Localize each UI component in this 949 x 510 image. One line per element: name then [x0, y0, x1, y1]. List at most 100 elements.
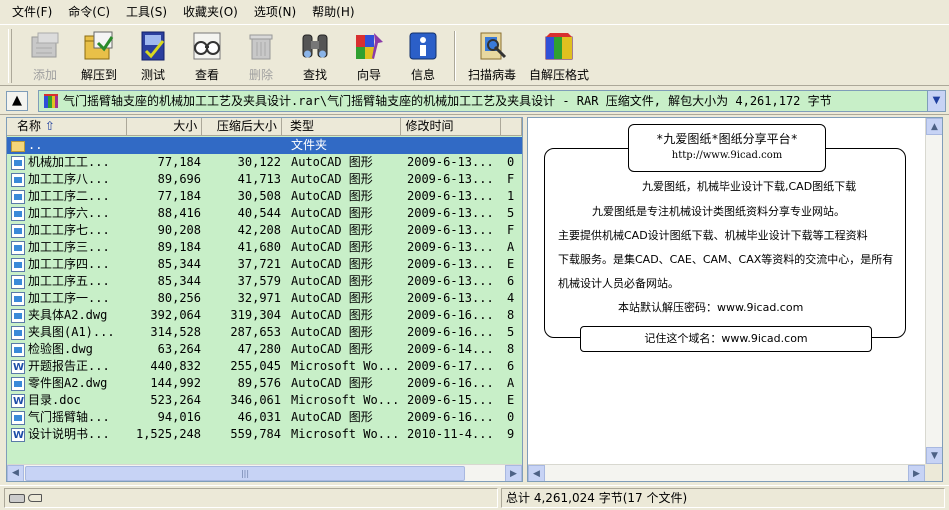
autocad-drawing-icon: [11, 223, 25, 238]
test-button[interactable]: 测试: [126, 25, 180, 85]
extract-to-button[interactable]: 解压到: [72, 25, 126, 85]
file-size: 392,064: [150, 308, 201, 322]
file-packed-size: 41,713: [237, 172, 281, 186]
file-crc: E: [507, 257, 515, 271]
delete-button[interactable]: 删除: [234, 25, 288, 85]
list-header: 名称 ⇧ 大小 压缩后大小 类型 修改时间: [7, 118, 522, 136]
comment-scroll-left-button[interactable]: ◀: [528, 465, 545, 481]
column-packed-header[interactable]: 压缩后大小: [202, 118, 282, 136]
file-row[interactable]: 加工工序六... 88,416 40,544 AutoCAD 图形 2009-6-13.…: [7, 205, 522, 222]
file-size: 440,832: [150, 359, 201, 373]
column-type-header[interactable]: 类型: [282, 118, 402, 136]
file-row[interactable]: 加工工序一... 80,256 32,971 AutoCAD 图形 2009-6-13.…: [7, 290, 522, 307]
add-label: 添加: [32, 68, 57, 82]
scroll-left-button[interactable]: ◀: [7, 464, 24, 481]
rar-archive-icon: [43, 93, 59, 109]
menu-file[interactable]: 文件(F): [4, 1, 60, 23]
file-row[interactable]: 夹具图(A1)... 314,528 287,653 AutoCAD 图形 2009-6…: [7, 324, 522, 341]
chevron-right-icon: ▶: [913, 468, 920, 479]
menu-commands[interactable]: 命令(C): [60, 1, 118, 23]
file-row[interactable]: 气门摇臂轴... 94,016 46,031 AutoCAD 图形 2009-6-16.…: [7, 409, 522, 426]
file-size: 144,992: [150, 376, 201, 390]
file-type: AutoCAD 图形: [291, 189, 373, 203]
file-packed-size: 40,544: [237, 206, 281, 220]
file-name: 加工工序二...: [7, 188, 127, 205]
drive-icon[interactable]: [9, 493, 25, 503]
find-button[interactable]: 查找: [288, 25, 342, 85]
file-row[interactable]: 设计说明书... 1,525,248 559,784 Microsoft Wo... 2…: [7, 426, 522, 443]
file-type: AutoCAD 图形: [291, 274, 373, 288]
chevron-left-icon: ◀: [533, 468, 540, 479]
add-button[interactable]: 添加: [18, 25, 72, 85]
list-horizontal-scrollbar[interactable]: ◀ ||| ▶: [7, 464, 522, 481]
find-label: 查找: [302, 68, 327, 82]
file-modified: 2009-6-14...: [407, 342, 494, 356]
file-modified: 2009-6-13...: [407, 189, 494, 203]
scroll-thumb[interactable]: |||: [25, 466, 465, 481]
column-modified-header[interactable]: 修改时间: [401, 118, 502, 136]
column-size-header[interactable]: 大小: [127, 118, 203, 136]
menu-options[interactable]: 选项(N): [246, 1, 304, 23]
key-icon[interactable]: [28, 494, 42, 502]
file-row[interactable]: 机械加工工... 77,184 30,122 AutoCAD 图形 2009-6-13.…: [7, 154, 522, 171]
up-folder-button[interactable]: ▲: [6, 90, 28, 111]
file-crc: 1: [507, 189, 515, 203]
comment-line-5: 机械设计人员必备网站。: [558, 277, 679, 290]
virus-scan-button[interactable]: 扫描病毒: [460, 25, 524, 85]
chevron-down-icon: ▼: [932, 95, 941, 106]
scroll-down-button[interactable]: ▼: [926, 447, 942, 464]
comment-scroll-right-button[interactable]: ▶: [908, 465, 925, 481]
file-modified: 2009-6-13...: [407, 274, 494, 288]
file-modified: 2009-6-16...: [407, 308, 494, 322]
file-name: 机械加工工...: [7, 154, 127, 171]
test-label: 测试: [140, 68, 165, 82]
scroll-right-button[interactable]: ▶: [505, 465, 522, 481]
scroll-up-button[interactable]: ▲: [926, 118, 942, 135]
file-type: AutoCAD 图形: [291, 240, 373, 254]
sfx-label: 自解压格式: [528, 68, 589, 82]
file-row[interactable]: 加工工序七... 90,208 42,208 AutoCAD 图形 2009-6-13.…: [7, 222, 522, 239]
wizard-button[interactable]: 向导: [342, 25, 396, 85]
file-row[interactable]: 零件图A2.dwg 144,992 89,576 AutoCAD 图形 2009-6-1…: [7, 375, 522, 392]
file-row[interactable]: 目录.doc 523,264 346,061 Microsoft Wo... 2009-…: [7, 392, 522, 409]
comment-vertical-scrollbar[interactable]: ▲ ▼: [925, 118, 942, 481]
path-dropdown-button[interactable]: ▼: [927, 90, 945, 111]
file-row[interactable]: 检验图.dwg 63,264 47,280 AutoCAD 图形 2009-6-14..…: [7, 341, 522, 358]
view-button[interactable]: 查看: [180, 25, 234, 85]
status-left-panel: [4, 488, 498, 508]
file-packed-size: 30,122: [237, 155, 281, 169]
file-type: AutoCAD 图形: [291, 308, 373, 322]
file-name: ..: [7, 137, 127, 154]
menu-favorites[interactable]: 收藏夹(O): [175, 1, 246, 23]
file-size: [127, 137, 203, 154]
file-row[interactable]: 开题报告正... 440,832 255,045 Microsoft Wo... 200…: [7, 358, 522, 375]
extract-to-label: 解压到: [80, 68, 117, 82]
virus-scan-label: 扫描病毒: [467, 68, 516, 82]
toolbar-grip[interactable]: [8, 29, 12, 83]
file-name: 检验图.dwg: [7, 341, 127, 358]
file-row[interactable]: .. 文件夹: [7, 137, 522, 154]
file-row[interactable]: 加工工序四... 85,344 37,721 AutoCAD 图形 2009-6-13.…: [7, 256, 522, 273]
menu-help[interactable]: 帮助(H): [304, 1, 362, 23]
file-crc: 8: [507, 342, 515, 356]
comment-remember-box: 记住这个域名：www.9icad.com: [580, 326, 872, 352]
file-row[interactable]: 加工工序五... 85,344 37,579 AutoCAD 图形 2009-6-13.…: [7, 273, 522, 290]
file-row[interactable]: 加工工序三... 89,184 41,680 AutoCAD 图形 2009-6-13.…: [7, 239, 522, 256]
sfx-button[interactable]: 自解压格式: [524, 25, 594, 85]
file-packed-size: 42,208: [237, 223, 281, 237]
file-row[interactable]: 加工工序二... 77,184 30,508 AutoCAD 图形 2009-6-13.…: [7, 188, 522, 205]
file-row[interactable]: 加工工序八... 89,696 41,713 AutoCAD 图形 2009-6-13.…: [7, 171, 522, 188]
column-extra-header[interactable]: [501, 118, 522, 136]
wizard-label: 向导: [356, 68, 381, 82]
file-crc: F: [507, 223, 515, 237]
file-row[interactable]: 夹具体A2.dwg 392,064 319,304 AutoCAD 图形 2009-6-…: [7, 307, 522, 324]
comment-horizontal-scrollbar[interactable]: ◀ ▶: [528, 464, 925, 481]
column-name-header[interactable]: 名称 ⇧: [7, 118, 127, 136]
path-combobox[interactable]: 气门摇臂轴支座的机械加工工艺及夹具设计.rar\气门摇臂轴支座的机械加工工艺及夹…: [38, 89, 946, 112]
file-size: 77,184: [157, 155, 201, 169]
comment-remember: 记住这个域名：www.9icad.com: [644, 332, 808, 345]
word-document-icon: [11, 393, 25, 409]
folder-icon: [11, 141, 25, 152]
info-button[interactable]: 信息: [396, 25, 450, 85]
menu-tools[interactable]: 工具(S): [118, 1, 175, 23]
